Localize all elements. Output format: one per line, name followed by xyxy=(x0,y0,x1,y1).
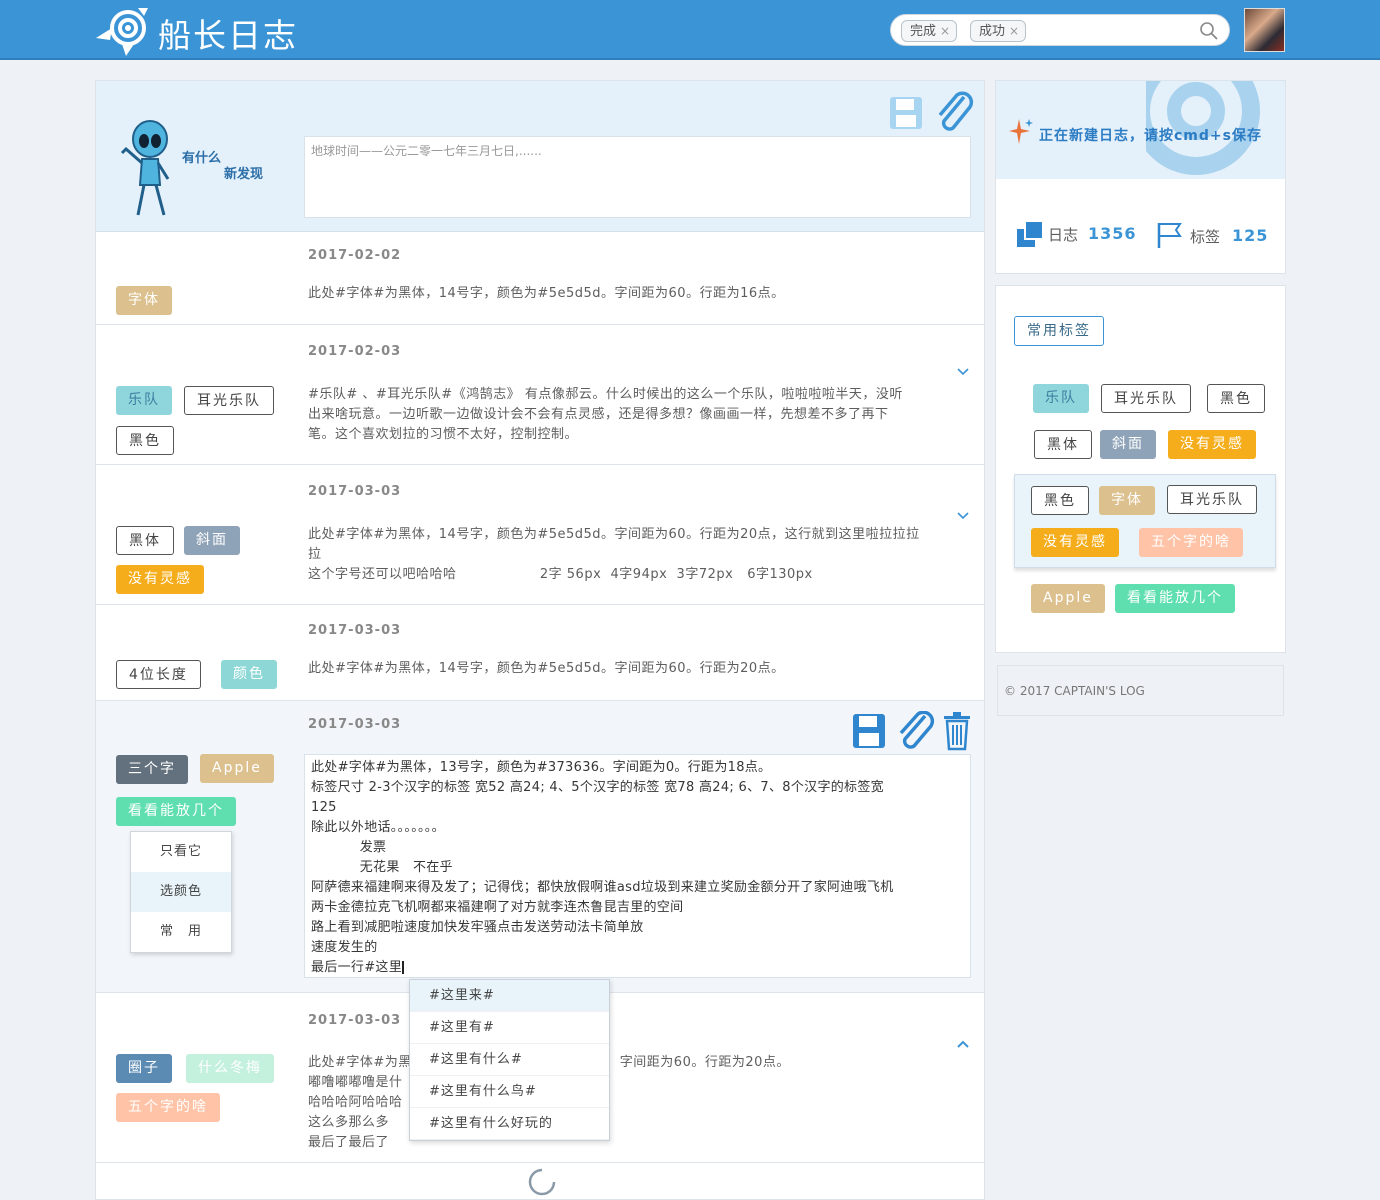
trash-icon[interactable] xyxy=(942,711,972,751)
autocomplete-item[interactable]: #这里有什么鸟# xyxy=(410,1076,609,1108)
sparkle-icon xyxy=(1009,119,1033,144)
tag[interactable]: 乐队 xyxy=(116,386,172,415)
tag[interactable]: 4位长度 xyxy=(116,660,201,689)
entry-text: 此处#字体#为黑体，14号字，颜色为#5e5d5d。字间距为60。行距为20点，… xyxy=(308,527,920,582)
tag[interactable]: 圈子 xyxy=(116,1054,172,1083)
chip-close-icon[interactable]: × xyxy=(1009,24,1019,38)
tag[interactable]: Apple xyxy=(200,754,274,783)
stat-label: 日志 xyxy=(1048,226,1079,244)
search-bar[interactable]: 完成 × 成功 × xyxy=(890,14,1230,46)
common-tags-panel: 常用标签 乐队 耳光乐队 黑色 黑体 斜面 没有灵感 黑色 字体 耳光乐队 没有… xyxy=(995,285,1286,653)
autocomplete-item[interactable]: #这里有什么# xyxy=(410,1044,609,1076)
tag[interactable]: Apple xyxy=(1031,584,1105,613)
log-count-icon xyxy=(1017,221,1043,247)
flag-icon xyxy=(1157,223,1182,248)
tag[interactable]: 黑色 xyxy=(116,426,174,455)
hashtag-autocomplete: #这里来# #这里有# #这里有什么# #这里有什么鸟# #这里有什么好玩的 xyxy=(409,979,610,1141)
tag[interactable]: 斜面 xyxy=(184,526,240,555)
tag-group: 黑色 字体 耳光乐队 没有灵感 五个字的啥 xyxy=(1014,474,1276,568)
tag[interactable]: 看看能放几个 xyxy=(1115,584,1235,613)
tag-context-menu: 只看它 选颜色 常 用 xyxy=(130,831,232,953)
avatar[interactable] xyxy=(1244,8,1285,52)
notice-banner: 正在新建日志，请按cmd+s保存 xyxy=(996,81,1285,179)
entry-date: 2017-03-03 xyxy=(308,484,402,499)
alien-mascot-icon xyxy=(120,120,170,216)
log-entry[interactable]: 2017-02-02 字体 此处#字体#为黑体，14号字，颜色为#5e5d5d。… xyxy=(96,232,984,325)
tag[interactable]: 五个字的啥 xyxy=(1139,528,1243,557)
chevron-down-icon[interactable] xyxy=(956,367,970,377)
menu-item-common[interactable]: 常 用 xyxy=(131,912,231,952)
entry-text: 此处#字体#为黑体，14号字，颜色为#5e5d5d。字间距为60。行距为20点。 xyxy=(308,661,785,676)
tag[interactable]: 耳光乐队 xyxy=(184,386,274,415)
autocomplete-item[interactable]: #这里有# xyxy=(410,1012,609,1044)
search-chip[interactable]: 成功 × xyxy=(970,20,1027,42)
entry-text: 此处#字体#为黑体，14号字，颜色为#5e5d5d。字间距为60。行距为16点。 xyxy=(308,286,785,301)
composer-caption: 新发现 xyxy=(224,167,264,182)
chip-close-icon[interactable]: × xyxy=(940,24,950,38)
tag[interactable]: 颜色 xyxy=(221,660,277,689)
menu-item-choose-color[interactable]: 选颜色 xyxy=(131,872,231,912)
tag[interactable]: 五个字的啥 xyxy=(116,1093,220,1122)
save-notice: 正在新建日志，请按cmd+s保存 xyxy=(1039,128,1262,144)
paperclip-icon[interactable] xyxy=(934,91,974,135)
entry-edit-textarea[interactable]: 此处#字体#为黑体，13号字，颜色为#373636。字间距为0。行距为18点。 … xyxy=(304,754,971,978)
chevron-up-icon[interactable] xyxy=(956,1039,970,1049)
tag[interactable]: 黑体 xyxy=(116,526,174,555)
search-chip[interactable]: 完成 × xyxy=(901,20,958,42)
tag[interactable]: 斜面 xyxy=(1100,430,1156,459)
entry-date: 2017-02-03 xyxy=(308,344,402,359)
entry-date: 2017-03-03 xyxy=(308,623,402,638)
tag[interactable]: 字体 xyxy=(1099,486,1155,515)
tag[interactable]: 没有灵感 xyxy=(1168,430,1256,459)
tag[interactable]: 没有灵感 xyxy=(1031,528,1119,557)
entry-date: 2017-02-02 xyxy=(308,248,402,263)
tag[interactable]: 黑色 xyxy=(1207,384,1265,413)
new-entry-input[interactable]: 地球时间——公元二零一七年三月七日,...... xyxy=(304,136,971,218)
tag[interactable]: 耳光乐队 xyxy=(1101,384,1191,413)
stat-value: 125 xyxy=(1232,226,1269,245)
composer-caption: 有什么 xyxy=(182,151,222,166)
tag[interactable]: 字体 xyxy=(116,286,172,315)
stats-panel: 正在新建日志，请按cmd+s保存 日志 1356 标签 125 xyxy=(995,80,1286,274)
top-bar: 船长日志 完成 × 成功 × xyxy=(0,0,1380,60)
footer: © 2017 CAPTAIN'S LOG xyxy=(997,665,1284,716)
app-title: 船长日志 xyxy=(158,16,298,55)
autocomplete-item[interactable]: #这里有什么好玩的 xyxy=(410,1108,609,1140)
entry-date: 2017-03-03 xyxy=(308,717,402,732)
loading-spinner-icon xyxy=(528,1168,556,1196)
stat-value: 1356 xyxy=(1088,224,1137,243)
entry-text: #乐队# 、#耳光乐队#《鸿鹄志》 有点像郝云。什么时候出的这么一个乐队，啦啦啦… xyxy=(308,387,903,442)
chevron-down-icon[interactable] xyxy=(956,511,970,521)
log-entry[interactable]: 2017-02-03 乐队 耳光乐队 黑色 #乐队# 、#耳光乐队#《鸿鹄志》 … xyxy=(96,325,984,465)
tag[interactable]: 黑色 xyxy=(1031,486,1089,515)
tag[interactable]: 乐队 xyxy=(1033,384,1089,413)
log-entry[interactable]: 2017-03-03 4位长度 颜色 此处#字体#为黑体，14号字，颜色为#5e… xyxy=(96,605,984,701)
entry-date: 2017-03-03 xyxy=(308,1013,402,1028)
save-icon[interactable] xyxy=(852,713,886,749)
search-icon[interactable] xyxy=(1199,21,1219,41)
tag[interactable]: 三个字 xyxy=(116,755,188,784)
log-entry[interactable]: 2017-03-03 黑体 斜面 没有灵感 此处#字体#为黑体，14号字，颜色为… xyxy=(96,465,984,605)
tag[interactable]: 耳光乐队 xyxy=(1167,485,1257,514)
paperclip-icon[interactable] xyxy=(895,711,935,751)
autocomplete-item[interactable]: #这里来# xyxy=(410,980,609,1012)
new-entry-composer: 有什么 新发现 地球时间——公元二零一七年三月七日,...... xyxy=(96,81,984,232)
tag[interactable]: 没有灵感 xyxy=(116,565,204,594)
tag[interactable]: 看看能放几个 xyxy=(116,797,236,826)
save-icon[interactable] xyxy=(889,96,923,130)
common-tags-title: 常用标签 xyxy=(1014,316,1104,346)
tag[interactable]: 黑体 xyxy=(1034,430,1092,459)
logo-icon[interactable] xyxy=(96,6,150,56)
tag[interactable]: 什么冬梅 xyxy=(186,1054,274,1083)
menu-item-only-this[interactable]: 只看它 xyxy=(131,832,231,872)
stat-label: 标签 xyxy=(1190,228,1221,246)
text-cursor xyxy=(402,961,404,974)
